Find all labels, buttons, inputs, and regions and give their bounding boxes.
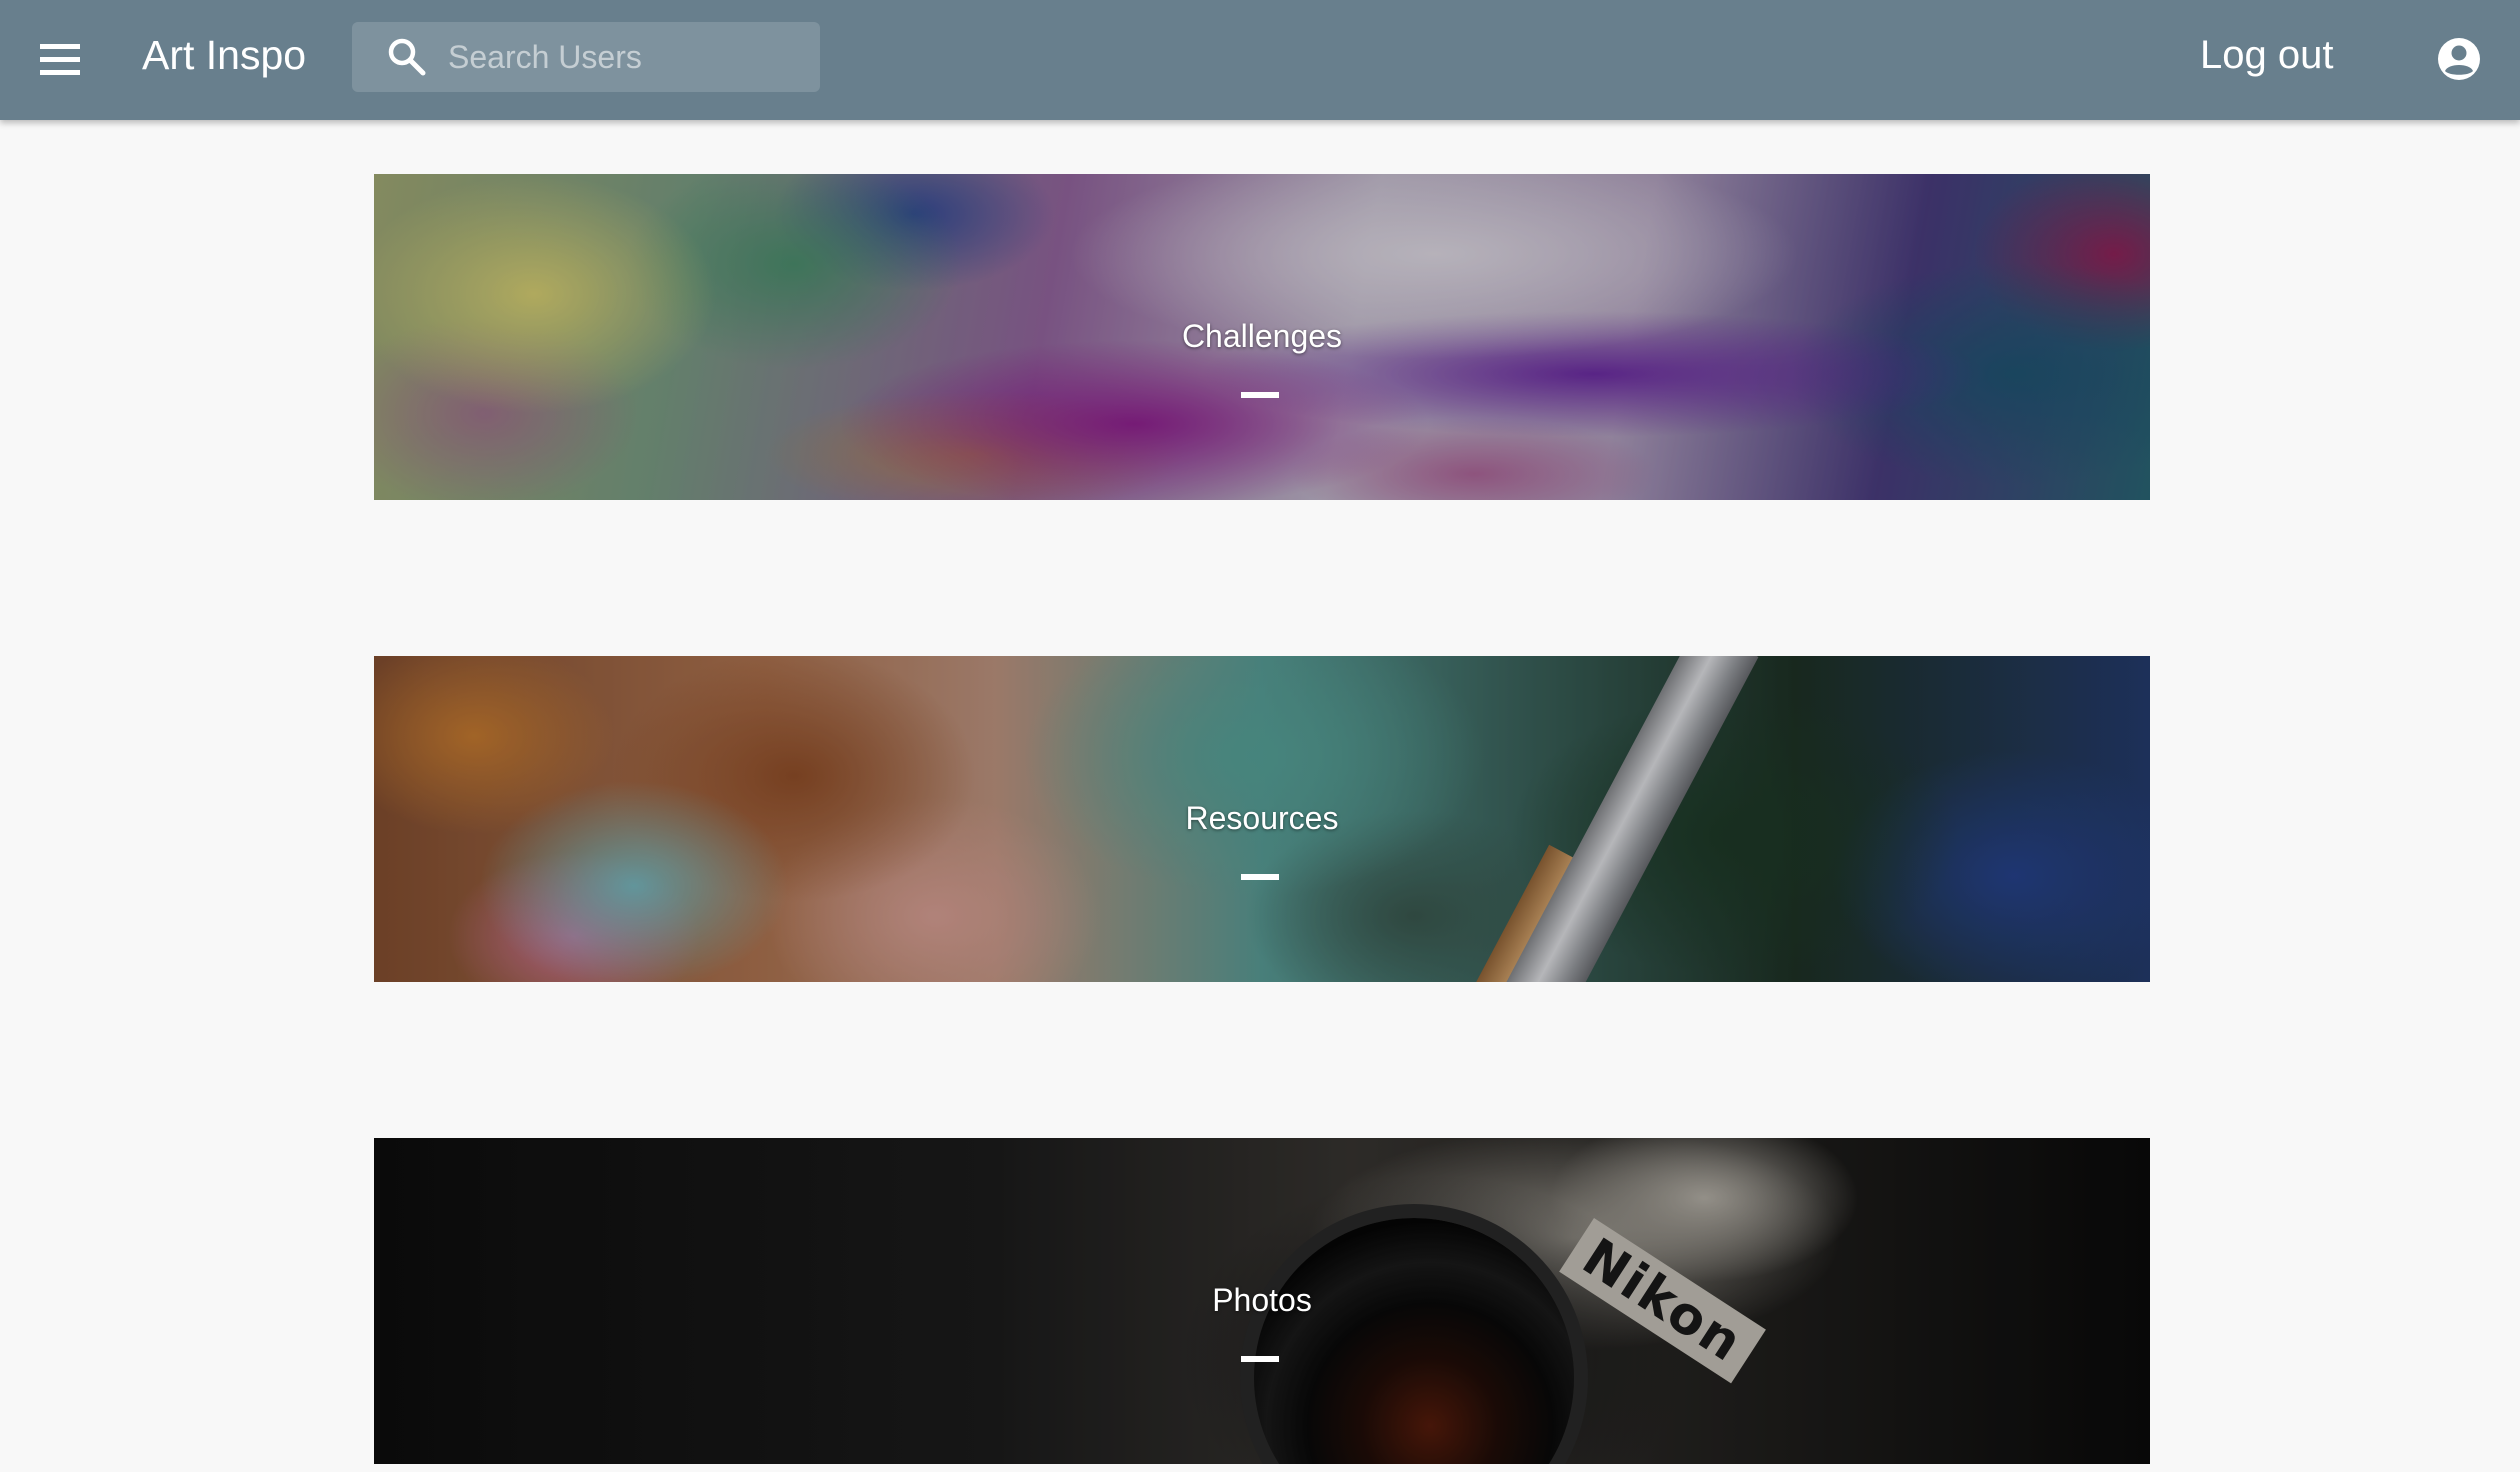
card-label: Resources: [1185, 800, 1339, 836]
search-box: [352, 22, 820, 92]
app-bar: Art Inspo Log out: [0, 0, 2520, 120]
app-title[interactable]: Art Inspo: [142, 28, 306, 82]
menu-icon[interactable]: [38, 38, 84, 82]
logout-button[interactable]: Log out: [2200, 26, 2333, 84]
card-challenges[interactable]: Challenges: [374, 174, 2150, 500]
card-resources[interactable]: Resources: [374, 656, 2150, 982]
card-divider: [1241, 1356, 1279, 1362]
card-divider: [1241, 874, 1279, 880]
card-label: Challenges: [1181, 318, 1343, 354]
card-label: Photos: [1212, 1282, 1312, 1318]
card-divider: [1241, 392, 1279, 398]
search-input[interactable]: [448, 22, 808, 92]
card-photos[interactable]: Nikon Photos: [374, 1138, 2150, 1464]
search-icon: [386, 36, 428, 78]
account-circle-icon[interactable]: [2436, 36, 2482, 82]
